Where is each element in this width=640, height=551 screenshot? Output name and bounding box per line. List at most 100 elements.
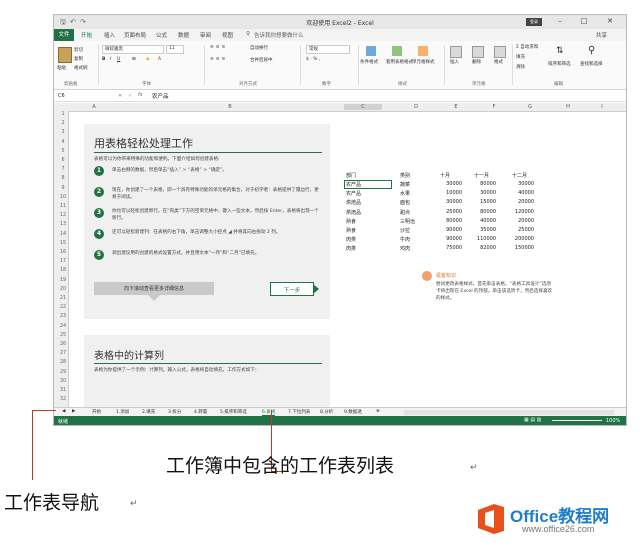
scroll-down-button[interactable]: 向下滚动查看更多详细信息 [94,282,214,295]
add-sheet-icon[interactable]: ⊕ [376,409,380,414]
close-icon[interactable]: ✕ [602,17,618,26]
row-header[interactable]: 30 [58,379,68,384]
align-top-icons[interactable]: ≡≡≡ [210,45,227,50]
table-cell[interactable]: 25000 [512,227,534,233]
horizontal-scrollbar[interactable] [404,410,614,415]
table-header[interactable]: 十一月 [474,172,489,179]
formula-input[interactable]: 农产品 [152,92,169,100]
row-header[interactable]: 18 [58,268,68,273]
table-cell[interactable]: 蔬菜 [400,181,410,188]
table-cell[interactable]: 90000 [440,236,462,242]
minimize-icon[interactable]: – [552,17,568,26]
table-cell[interactable]: 肉类 [346,245,356,252]
table-cell[interactable]: 82000 [474,245,496,251]
autosum-button[interactable]: Σ 自动求和 [516,44,538,50]
col-header[interactable]: A [88,104,100,110]
row-header[interactable]: 13 [58,222,68,227]
table-cell[interactable]: 烘焙品 [346,199,361,206]
sheet-tab[interactable]: 4.转置 [194,409,207,415]
merge-center-button[interactable]: 合并后居中 [250,57,273,63]
row-header[interactable]: 32 [58,397,68,402]
row-header[interactable]: 25 [58,333,68,338]
table-cell[interactable]: 30000 [474,190,496,196]
font-color-icon[interactable]: A [158,57,161,62]
tell-me-icon[interactable]: ♀ [246,31,250,37]
row-header[interactable]: 7 [58,167,68,172]
sheet-tab[interactable]: 1.添加 [116,409,129,415]
row-header[interactable]: 15 [58,241,68,246]
align-left-icons[interactable]: ≡≡≡ [210,57,227,62]
fx-icon[interactable]: fx [138,92,143,98]
italic-button[interactable]: I [110,57,111,62]
row-header[interactable]: 24 [58,324,68,329]
insert-cells-button[interactable]: 插入 [450,59,459,65]
find-select-icon[interactable]: ⚲ [588,45,595,56]
row-header[interactable]: 11 [58,204,68,209]
sheet-tab[interactable]: 9.数据透 [344,409,362,415]
col-header[interactable]: C [344,104,382,110]
table-cell[interactable]: 水果 [400,190,410,197]
paste-button[interactable]: 粘贴 [57,65,66,71]
table-cell[interactable]: 农产品 [346,190,361,197]
col-header[interactable]: I [596,104,608,110]
format-as-table-icon[interactable] [392,46,402,56]
find-select-button[interactable]: 查找和选择 [580,61,603,67]
table-cell[interactable]: 15000 [474,199,496,205]
next-sheet-icon[interactable]: ▶ [72,409,75,414]
table-cell[interactable]: 三明治 [400,218,415,225]
row-header[interactable]: 10 [58,195,68,200]
sort-filter-button[interactable]: 排序和筛选 [548,61,571,67]
table-header[interactable]: 十月 [440,172,450,179]
sheet-tab[interactable]: 8.分析 [320,409,333,415]
number-format-select[interactable]: 常规 [306,45,350,54]
tab-formulas[interactable]: 公式 [156,31,167,39]
table-cell[interactable]: 120000 [512,209,534,215]
col-header[interactable]: B [224,104,236,110]
tab-home[interactable]: 开始 [81,31,92,39]
table-cell[interactable]: 25000 [440,209,462,215]
clear-button[interactable]: 清除 [516,64,525,70]
table-cell[interactable]: 沙拉 [400,227,410,234]
table-cell[interactable]: 肉类 [346,236,356,243]
zoom-slider[interactable] [552,420,602,421]
conditional-format-icon[interactable] [366,46,376,56]
row-header[interactable]: 1 [58,112,68,117]
tab-insert[interactable]: 插入 [104,31,115,39]
table-cell[interactable]: 40000 [512,190,534,196]
table-cell[interactable]: 30000 [440,199,462,205]
row-header[interactable]: 6 [58,158,68,163]
table-cell[interactable]: 牛肉 [400,236,410,243]
table-cell[interactable]: 烘焙品 [346,209,361,216]
conditional-format-button[interactable]: 条件格式 [360,59,378,65]
table-cell[interactable]: 40000 [474,218,496,224]
tab-view[interactable]: 视图 [222,31,233,39]
view-icons[interactable]: ▦ ▤ ▥ [524,417,541,423]
tab-file[interactable]: 文件 [54,29,74,41]
insert-cells-icon[interactable] [450,46,462,58]
share-button[interactable]: 共享 [596,31,607,39]
table-cell[interactable]: 75000 [440,245,462,251]
name-box[interactable]: C6 [58,93,65,99]
table-cell[interactable]: 20000 [512,218,534,224]
delete-cells-icon[interactable] [472,46,484,58]
sheet-tab[interactable]: 5.排序和筛选 [220,409,247,415]
format-painter-button[interactable]: 格式刷 [74,65,88,71]
table-cell[interactable]: 熟食 [346,218,356,225]
row-header[interactable]: 20 [58,287,68,292]
table-cell[interactable]: 80000 [474,209,496,215]
row-header[interactable]: 5 [58,149,68,154]
row-header[interactable]: 29 [58,370,68,375]
cancel-icon[interactable]: ✕ [118,93,122,99]
format-cells-icon[interactable] [494,46,506,58]
font-size-select[interactable]: 11 [166,45,184,54]
col-header[interactable]: E [450,104,462,110]
row-header[interactable]: 4 [58,140,68,145]
table-cell[interactable]: 80000 [440,218,462,224]
sheet-tab[interactable]: 2.填充 [142,409,155,415]
bold-button[interactable]: B [102,57,105,62]
next-button[interactable]: 下一步 [270,282,314,296]
tab-page-layout[interactable]: 页面布局 [124,31,146,39]
table-header[interactable]: 部门 [346,172,356,179]
tab-review[interactable]: 审阅 [200,31,211,39]
col-header[interactable]: G [524,104,536,110]
